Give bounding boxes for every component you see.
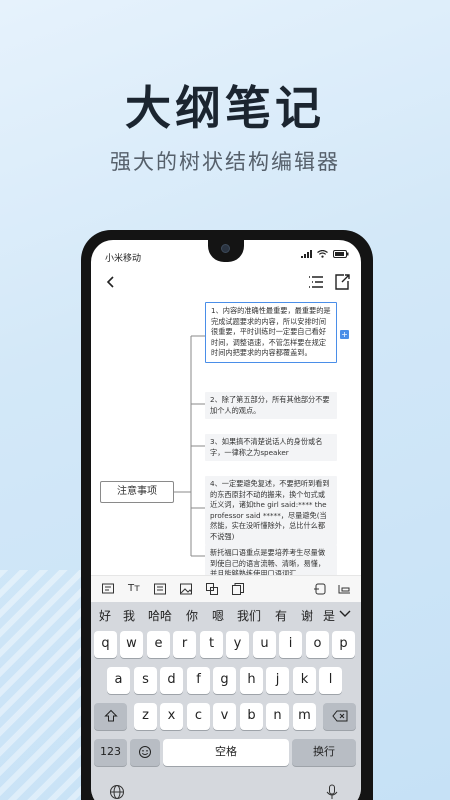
status-bar: 小米移动: [105, 250, 349, 264]
backspace-key[interactable]: [323, 703, 356, 730]
convert-icon[interactable]: [205, 582, 219, 596]
key-p[interactable]: p: [332, 631, 355, 658]
key-i[interactable]: i: [279, 631, 302, 658]
key-a[interactable]: a: [107, 667, 130, 694]
candidate-word[interactable]: 你: [186, 607, 198, 624]
candidate-word[interactable]: 我们: [237, 607, 261, 624]
emoji-icon: [139, 746, 151, 758]
add-node-icon[interactable]: +: [340, 330, 349, 339]
copy-icon[interactable]: [231, 582, 245, 596]
key-d[interactable]: d: [160, 667, 183, 694]
collapse-keyboard-icon[interactable]: [337, 605, 353, 621]
key-y[interactable]: y: [226, 631, 249, 658]
back-arrow-icon[interactable]: [101, 272, 121, 292]
mindmap-root-node[interactable]: 注意事项: [100, 481, 174, 503]
candidate-word[interactable]: 谢: [301, 607, 313, 624]
backspace-icon: [331, 710, 347, 722]
globe-icon[interactable]: [109, 784, 125, 800]
mindmap-child-node-3[interactable]: 3、如果搞不清楚说话人的身份或名字，一律称之为speaker: [205, 434, 337, 461]
edit-toolbar: Tт: [91, 575, 361, 602]
key-c[interactable]: c: [187, 703, 210, 730]
key-u[interactable]: u: [253, 631, 276, 658]
key-b[interactable]: b: [240, 703, 263, 730]
key-m[interactable]: m: [293, 703, 316, 730]
soft-keyboard: 好 我 哈哈 你 嗯 我们 有 谢 是 q w e r t y u i o p …: [91, 602, 361, 800]
shift-key[interactable]: [94, 703, 127, 730]
key-j[interactable]: j: [266, 667, 289, 694]
candidate-word[interactable]: 有: [275, 607, 287, 624]
mindmap-child-node-1[interactable]: 1、内容的准确性最重要，最重要的是完成试题要求的内容，所以安排时间很重要，平时训…: [205, 302, 337, 363]
app-bar: [91, 270, 361, 296]
key-v[interactable]: v: [213, 703, 236, 730]
numbers-key[interactable]: 123: [94, 739, 127, 766]
candidate-word[interactable]: 我: [123, 607, 135, 624]
key-x[interactable]: x: [160, 703, 183, 730]
note-icon[interactable]: [101, 582, 115, 596]
candidate-word[interactable]: 是: [323, 607, 335, 624]
space-key[interactable]: 空格: [163, 739, 289, 766]
indent-icon[interactable]: [337, 582, 351, 596]
key-w[interactable]: w: [120, 631, 143, 658]
phone-screen: 小米移动 注意事项 1、内容的准确性最重要，最重要的是完成试题要求的内容，所以安…: [91, 240, 361, 800]
key-n[interactable]: n: [266, 703, 289, 730]
battery-icon: [333, 250, 349, 258]
outdent-icon[interactable]: [313, 582, 327, 596]
candidate-word[interactable]: 嗯: [212, 607, 224, 624]
key-z[interactable]: z: [134, 703, 157, 730]
key-e[interactable]: e: [147, 631, 170, 658]
candidate-word[interactable]: 好: [99, 607, 111, 624]
mindmap-child-node-4[interactable]: 4、一定要避免复述，不要把听到看到的东西原封不动的搬来，换个句式或近义词，诸如t…: [205, 476, 337, 545]
carrier-label: 小米移动: [105, 254, 142, 264]
image-icon[interactable]: [179, 582, 193, 596]
microphone-icon[interactable]: [325, 784, 339, 800]
return-key[interactable]: 换行: [292, 739, 356, 766]
key-h[interactable]: h: [240, 667, 263, 694]
signal-icon: [301, 250, 312, 258]
key-o[interactable]: o: [306, 631, 329, 658]
key-g[interactable]: g: [213, 667, 236, 694]
keyboard-bottom-bar: [91, 782, 361, 800]
mindmap-child-node-2[interactable]: 2、除了第五部分，所有其他部分不要加个人的观点。: [205, 392, 337, 419]
text-format-icon[interactable]: Tт: [127, 582, 141, 596]
outline-list-icon[interactable]: [307, 273, 325, 291]
key-f[interactable]: f: [187, 667, 210, 694]
key-q[interactable]: q: [94, 631, 117, 658]
shift-icon: [103, 709, 118, 722]
key-t[interactable]: t: [200, 631, 223, 658]
key-l[interactable]: l: [319, 667, 342, 694]
key-k[interactable]: k: [293, 667, 316, 694]
mindmap-canvas[interactable]: 注意事项 1、内容的准确性最重要，最重要的是完成试题要求的内容，所以安排时间很重…: [91, 296, 361, 575]
export-icon[interactable]: [333, 273, 351, 291]
promo-subtitle: 强大的树状结构编辑器: [110, 150, 340, 174]
mindmap-child-node-5[interactable]: 新托福口语重点是要培养考生尽量做到使自己的语言流畅、清晰，易懂，并且能够熟练使用…: [205, 545, 337, 575]
key-r[interactable]: r: [173, 631, 196, 658]
promo-title: 大纲笔记: [125, 81, 325, 135]
comment-icon[interactable]: [153, 582, 167, 596]
key-s[interactable]: s: [134, 667, 157, 694]
candidate-bar: 好 我 哈哈 你 嗯 我们 有 谢 是: [91, 602, 361, 626]
emoji-key[interactable]: [130, 739, 160, 766]
wifi-icon: [317, 250, 328, 258]
candidate-word[interactable]: 哈哈: [148, 607, 172, 624]
